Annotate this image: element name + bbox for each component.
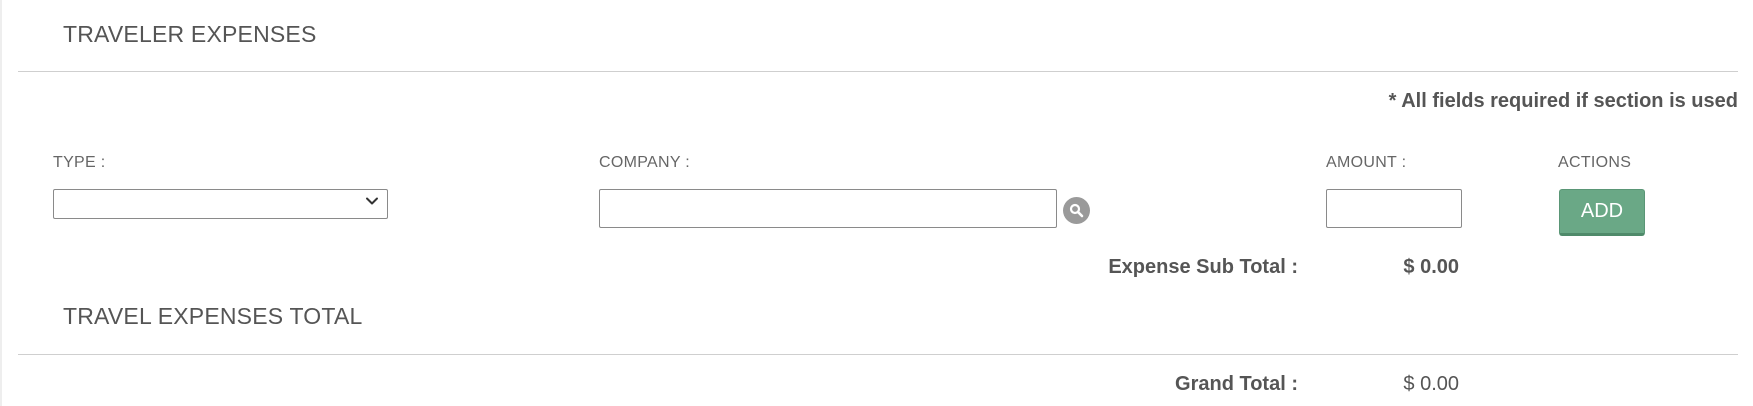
actions-label: ACTIONS [1558, 154, 1632, 171]
company-input[interactable] [599, 189, 1057, 228]
company-search-button[interactable] [1063, 197, 1090, 224]
required-fields-note: * All fields required if section is used [1388, 90, 1738, 112]
chevron-down-icon [366, 197, 378, 205]
add-button[interactable]: ADD [1559, 189, 1645, 236]
grand-total-value: $ 0.00 [1403, 373, 1459, 395]
left-border [0, 0, 2, 406]
grand-total-label: Grand Total : [1175, 373, 1298, 395]
expense-subtotal-value: $ 0.00 [1403, 256, 1459, 278]
section-divider [18, 354, 1738, 355]
section-divider [18, 71, 1738, 72]
amount-label: AMOUNT : [1326, 154, 1407, 171]
company-label: COMPANY : [599, 154, 691, 171]
expense-subtotal-label: Expense Sub Total : [1108, 256, 1298, 278]
type-label: TYPE : [53, 154, 106, 171]
amount-input[interactable] [1326, 189, 1462, 228]
type-select[interactable] [53, 189, 388, 219]
section-title-travel-expenses-total: TRAVEL EXPENSES TOTAL [63, 303, 363, 329]
section-title-traveler-expenses: TRAVELER EXPENSES [63, 21, 317, 47]
search-icon [1069, 203, 1084, 218]
